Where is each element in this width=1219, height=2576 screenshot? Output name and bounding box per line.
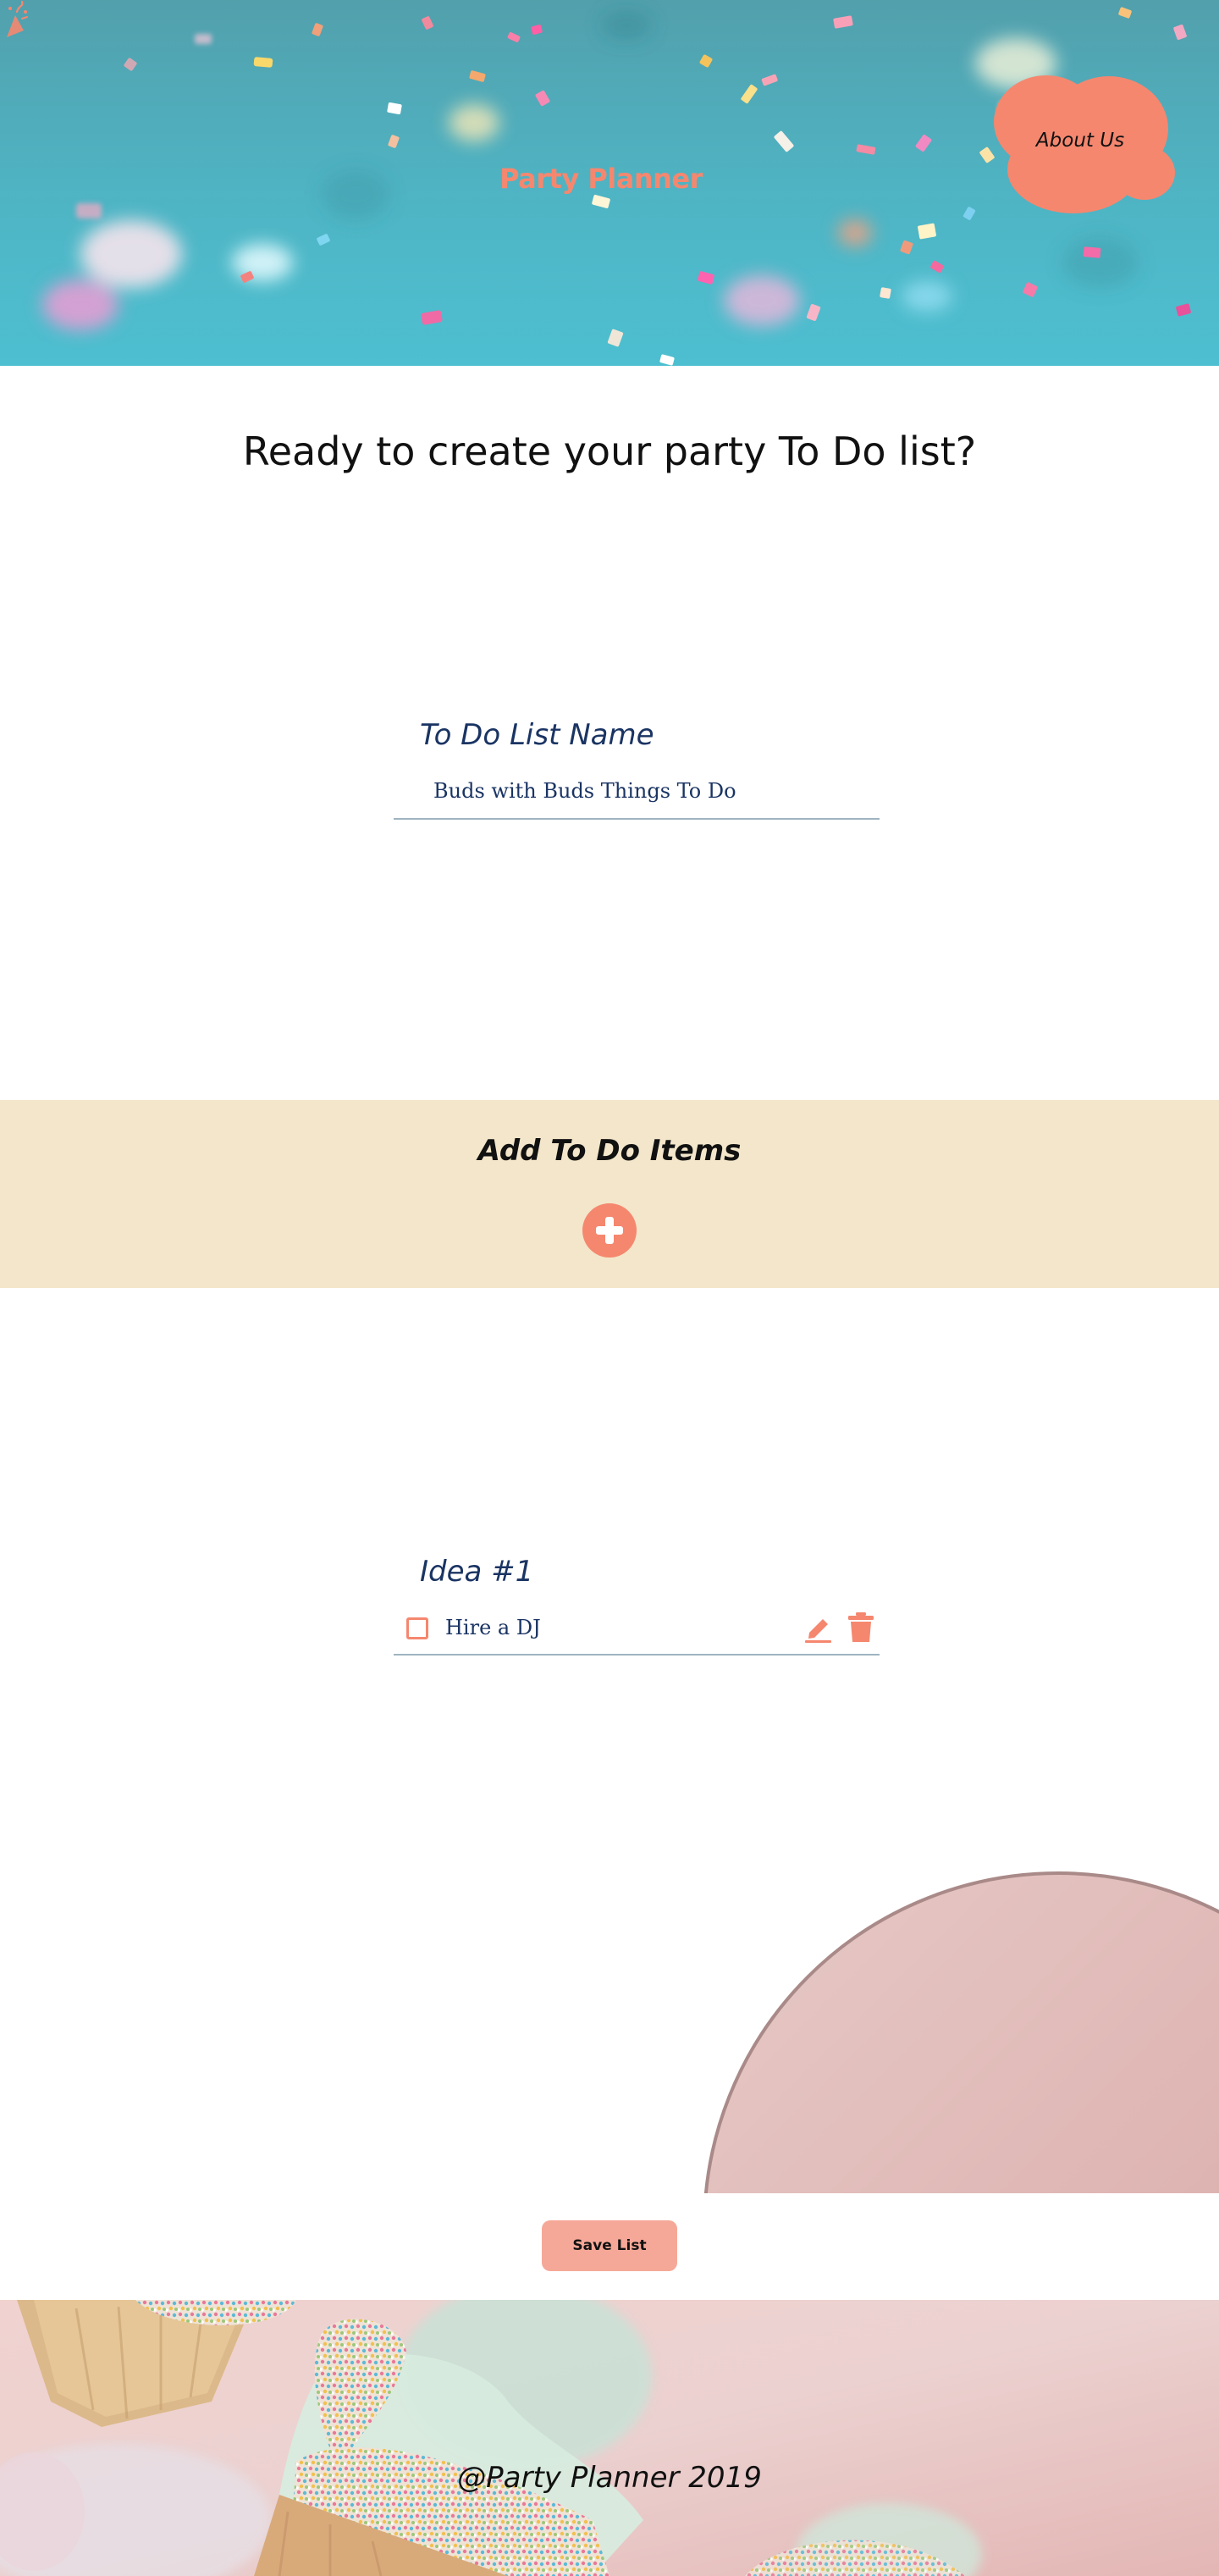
idea-label: Idea #1	[420, 1555, 534, 1589]
list-name-underline	[394, 818, 880, 820]
save-list-button[interactable]: Save List	[542, 2220, 677, 2271]
idea-underline	[394, 1654, 880, 1656]
footer-copyright: @Party Planner 2019	[457, 2461, 762, 2495]
list-name-input[interactable]	[421, 774, 861, 808]
party-popper-icon	[7, 0, 28, 37]
about-us-label: About Us	[1035, 130, 1125, 152]
footer	[0, 2300, 1219, 2576]
idea-text: Hire a DJ	[445, 1616, 541, 1639]
add-items-title: Add To Do Items	[477, 1134, 742, 1168]
list-name-label: To Do List Name	[420, 718, 654, 752]
page-title: Ready to create your party To Do list?	[242, 428, 977, 474]
idea-checkbox[interactable]	[406, 1617, 428, 1639]
header-hero: Party Planner About Us	[0, 0, 1219, 366]
brand-name: Party Planner	[499, 163, 703, 195]
about-us-link[interactable]: About Us	[982, 69, 1178, 218]
decorative-circles	[704, 1871, 1219, 2193]
add-items-section: Add To Do Items	[0, 1100, 1219, 1288]
cupcake-background	[0, 2300, 1219, 2576]
save-section: Save List	[0, 2193, 1219, 2300]
pencil-icon[interactable]	[803, 1614, 833, 1643]
brand-logo[interactable]: Party Planner	[499, 159, 703, 198]
trash-icon[interactable]	[847, 1612, 875, 1643]
add-item-button[interactable]	[582, 1203, 637, 1258]
